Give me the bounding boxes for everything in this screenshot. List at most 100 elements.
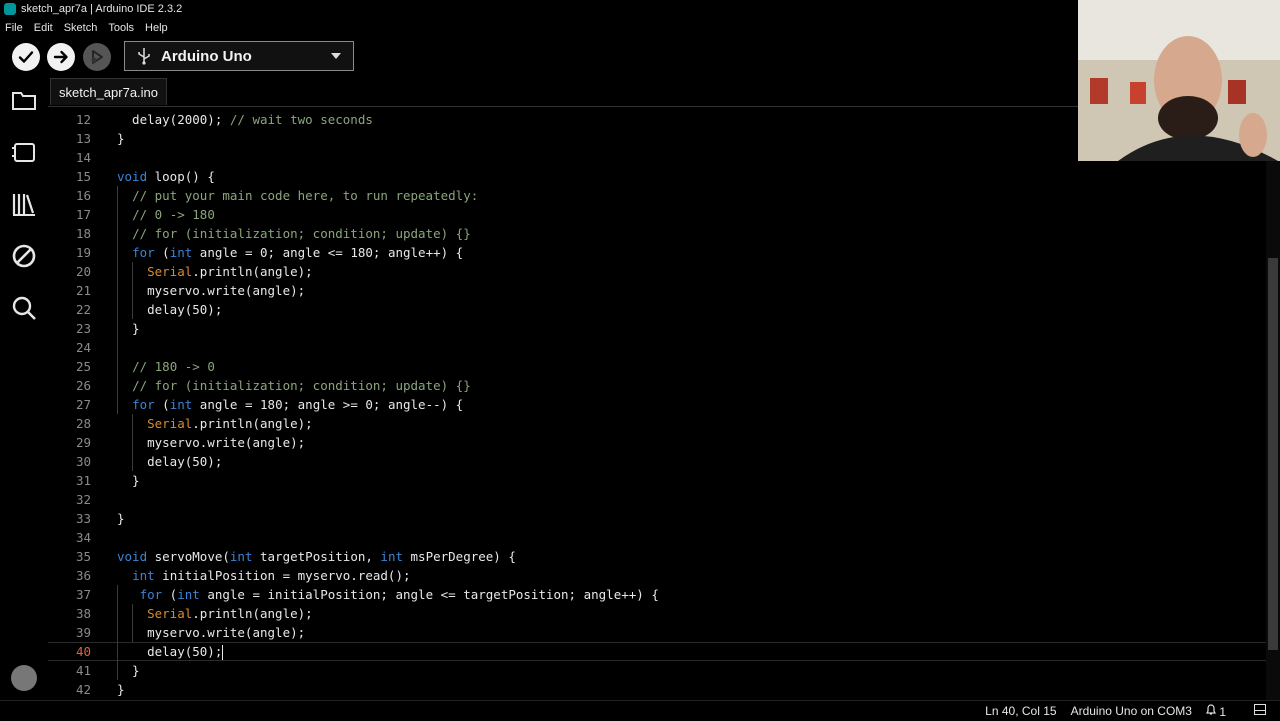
menu-sketch[interactable]: Sketch bbox=[64, 22, 98, 34]
menu-help[interactable]: Help bbox=[145, 22, 168, 34]
code-line[interactable]: 20 Serial.println(angle); bbox=[48, 262, 1266, 281]
code-line[interactable]: 36 int initialPosition = myservo.read(); bbox=[48, 566, 1266, 585]
code-text: for (int angle = initialPosition; angle … bbox=[139, 587, 659, 602]
line-number: 33 bbox=[75, 511, 91, 526]
line-number: 20 bbox=[75, 264, 91, 279]
chevron-down-icon bbox=[331, 53, 341, 59]
code-line[interactable]: 41 } bbox=[48, 661, 1266, 680]
code-line[interactable]: 18 // for (initialization; condition; up… bbox=[48, 224, 1266, 243]
upload-button[interactable] bbox=[47, 43, 75, 71]
menu-tools[interactable]: Tools bbox=[108, 22, 134, 34]
code-line[interactable]: 19 for (int angle = 0; angle <= 180; ang… bbox=[48, 243, 1266, 262]
line-number: 21 bbox=[75, 283, 91, 298]
line-number: 12 bbox=[75, 112, 91, 127]
code-line[interactable]: 21 myservo.write(angle); bbox=[48, 281, 1266, 300]
line-number: 26 bbox=[75, 378, 91, 393]
tab-bar: sketch_apr7a.ino bbox=[48, 78, 1078, 107]
code-line[interactable]: 24 bbox=[48, 338, 1266, 357]
code-line[interactable]: 35 void servoMove(int targetPosition, int… bbox=[48, 547, 1266, 566]
code-text: myservo.write(angle); bbox=[117, 283, 306, 298]
code-line[interactable]: 16 // put your main code here, to run re… bbox=[48, 186, 1266, 205]
debug-icon bbox=[91, 50, 103, 64]
code-line[interactable]: 28 Serial.println(angle); bbox=[48, 414, 1266, 433]
code-text: delay(2000); // wait two seconds bbox=[117, 112, 373, 127]
code-line[interactable]: 27 for (int angle = 180; angle >= 0; ang… bbox=[48, 395, 1266, 414]
line-number: 38 bbox=[75, 606, 91, 621]
line-number: 29 bbox=[75, 435, 91, 450]
line-number: 16 bbox=[75, 188, 91, 203]
code-text: } bbox=[117, 473, 140, 488]
code-line[interactable]: 40 delay(50); bbox=[48, 642, 1266, 661]
code-line[interactable]: 15 void loop() { bbox=[48, 167, 1266, 186]
code-line[interactable]: 30 delay(50); bbox=[48, 452, 1266, 471]
code-line[interactable]: 29 myservo.write(angle); bbox=[48, 433, 1266, 452]
code-line[interactable]: 22 delay(50); bbox=[48, 300, 1266, 319]
code-line[interactable]: 42} bbox=[48, 680, 1266, 699]
code-line[interactable]: 26 // for (initialization; condition; up… bbox=[48, 376, 1266, 395]
output-panel-toggle[interactable] bbox=[1254, 704, 1266, 718]
usb-icon bbox=[138, 48, 150, 65]
code-text: } bbox=[117, 511, 125, 526]
folder-icon[interactable] bbox=[10, 86, 38, 114]
webcam-overlay bbox=[1078, 0, 1280, 161]
debug-disable-icon[interactable] bbox=[10, 242, 38, 270]
line-number: 41 bbox=[75, 663, 91, 678]
code-text: int initialPosition = myservo.read(); bbox=[132, 568, 411, 583]
code-line[interactable]: 23 } bbox=[48, 319, 1266, 338]
line-number: 24 bbox=[75, 340, 91, 355]
line-number: 36 bbox=[75, 568, 91, 583]
notification-count: 1 bbox=[1219, 704, 1226, 719]
library-icon[interactable] bbox=[10, 190, 38, 218]
line-number: 25 bbox=[75, 359, 91, 374]
indent-guide bbox=[117, 585, 118, 680]
line-number: 30 bbox=[75, 454, 91, 469]
cursor-position[interactable]: Ln 40, Col 15 bbox=[985, 704, 1056, 718]
code-text: // 180 -> 0 bbox=[132, 359, 215, 374]
code-line[interactable]: 17 // 0 -> 180 bbox=[48, 205, 1266, 224]
menu-file[interactable]: File bbox=[5, 22, 23, 34]
code-text: } bbox=[117, 321, 140, 336]
tab-sketch[interactable]: sketch_apr7a.ino bbox=[50, 78, 168, 105]
code-line[interactable]: 39 myservo.write(angle); bbox=[48, 623, 1266, 642]
code-line[interactable]: 32 bbox=[48, 490, 1266, 509]
code-line[interactable]: 25 // 180 -> 0 bbox=[48, 357, 1266, 376]
search-icon[interactable] bbox=[10, 294, 38, 322]
menu-edit[interactable]: Edit bbox=[34, 22, 53, 34]
board-selector[interactable]: Arduino Uno bbox=[124, 41, 354, 71]
upload-icon bbox=[53, 50, 68, 64]
code-text: void loop() { bbox=[117, 169, 215, 184]
code-text: // put your main code here, to run repea… bbox=[132, 188, 479, 203]
line-number: 31 bbox=[75, 473, 91, 488]
verify-icon bbox=[18, 51, 34, 63]
code-text: Serial.println(angle); bbox=[147, 416, 313, 431]
notifications-indicator[interactable]: 1 bbox=[1205, 703, 1240, 719]
code-text: void servoMove(int targetPosition, int m… bbox=[117, 549, 516, 564]
line-number: 28 bbox=[75, 416, 91, 431]
code-text: for (int angle = 180; angle >= 0; angle-… bbox=[132, 397, 464, 412]
code-line[interactable]: 33} bbox=[48, 509, 1266, 528]
code-line[interactable]: 37 for (int angle = initialPosition; ang… bbox=[48, 585, 1266, 604]
line-number: 35 bbox=[75, 549, 91, 564]
verify-button[interactable] bbox=[12, 43, 40, 71]
code-editor[interactable]: 12 delay(2000); // wait two seconds 13} 14… bbox=[48, 110, 1266, 700]
line-number: 22 bbox=[75, 302, 91, 317]
indent-guide bbox=[132, 262, 133, 319]
code-line[interactable]: 38 Serial.println(angle); bbox=[48, 604, 1266, 623]
line-number: 32 bbox=[75, 492, 91, 507]
code-text: myservo.write(angle); bbox=[117, 435, 306, 450]
board-status[interactable]: Arduino Uno on COM3 bbox=[1071, 704, 1192, 718]
code-text: } bbox=[117, 663, 140, 678]
line-number: 13 bbox=[75, 131, 91, 146]
account-avatar[interactable] bbox=[11, 665, 37, 691]
code-text: // 0 -> 180 bbox=[132, 207, 215, 222]
code-line[interactable]: 34 bbox=[48, 528, 1266, 547]
scrollbar-thumb[interactable] bbox=[1268, 258, 1278, 650]
indent-guide bbox=[117, 186, 118, 414]
text-cursor bbox=[222, 644, 224, 660]
code-text: myservo.write(angle); bbox=[117, 625, 306, 640]
code-line[interactable]: 31 } bbox=[48, 471, 1266, 490]
board-manager-icon[interactable] bbox=[10, 138, 38, 166]
indent-guide bbox=[132, 604, 133, 642]
arduino-app-icon bbox=[4, 3, 16, 15]
debug-button[interactable] bbox=[83, 43, 111, 71]
